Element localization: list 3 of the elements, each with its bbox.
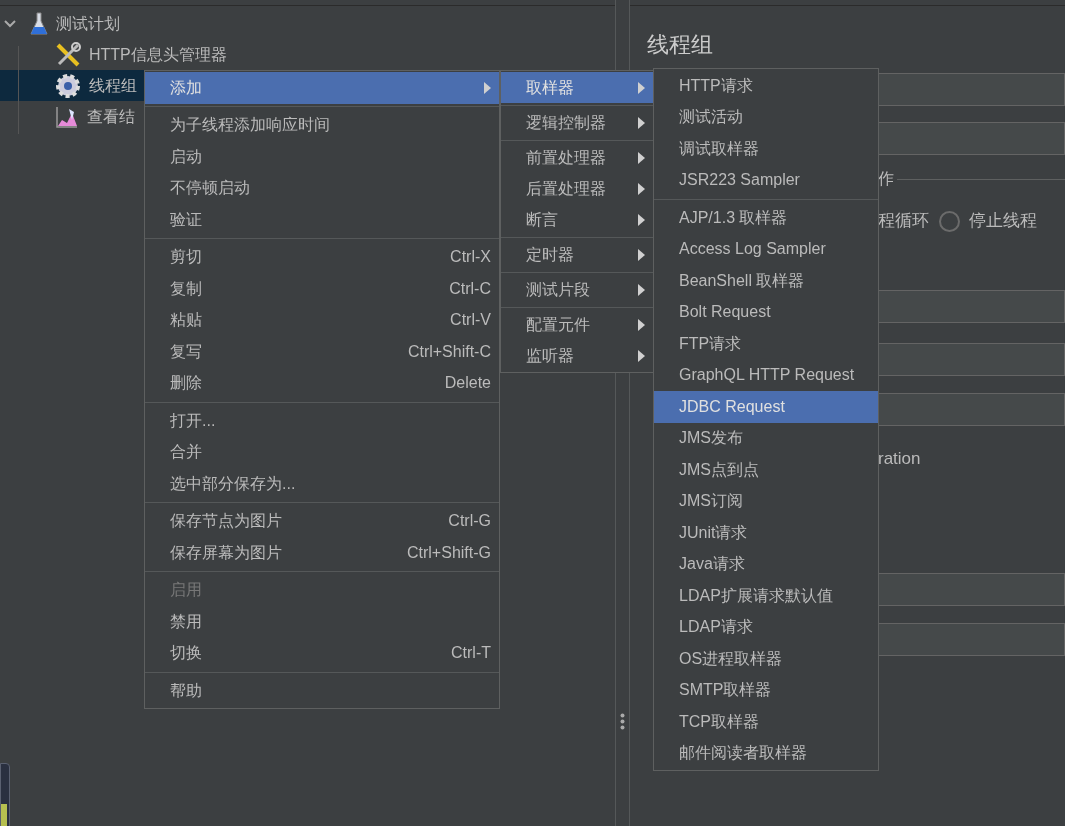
panel-title: 线程组 [647,31,714,59]
option-label: ration [878,449,921,468]
group-label: 作 [878,169,894,189]
